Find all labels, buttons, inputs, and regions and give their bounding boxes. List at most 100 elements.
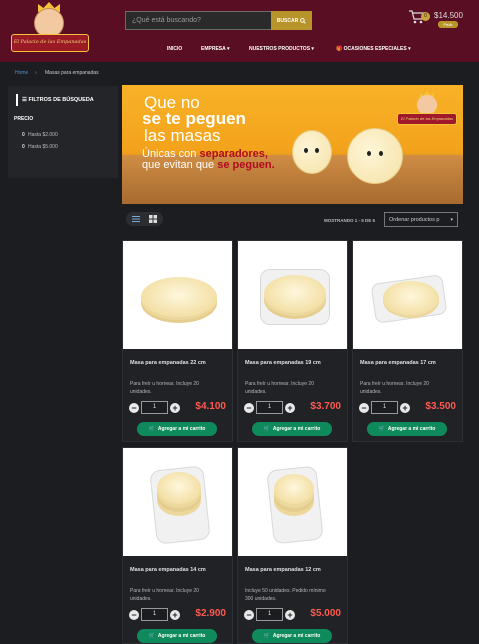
eye-icon [379, 151, 383, 156]
quantity-input[interactable]: 1 [256, 608, 283, 621]
product-image[interactable] [353, 241, 462, 349]
site-logo[interactable]: El Palacio de las Empanadas [8, 2, 92, 60]
price-option-label: Hasta $5.000 [28, 144, 58, 150]
nav-inicio[interactable]: INICIO [167, 46, 182, 56]
product-image[interactable] [238, 241, 347, 349]
cart-total[interactable]: $14.500 [434, 11, 463, 20]
add-to-cart-label: Agregar a mi carrito [387, 426, 436, 432]
product-card[interactable]: Masa para empanadas 17 cm Para freír u h… [352, 240, 463, 442]
banner-line-3: las masas [144, 126, 221, 145]
list-view-icon[interactable] [132, 215, 140, 223]
cart-order-button[interactable]: Pedir [438, 21, 458, 28]
nav-empresa[interactable]: EMPRESA ▾ [201, 46, 229, 56]
add-to-cart-button[interactable]: 🛒 Agregar a mi carrito [252, 422, 332, 436]
breadcrumb-current: Masas para empanadas [45, 70, 99, 76]
product-price: $3.700 [310, 401, 341, 412]
dough-stack [274, 474, 314, 504]
product-card[interactable]: Masa para empanadas 12 cm Incluye 50 uni… [237, 447, 348, 644]
price-option-5000[interactable]: 0 Hasta $5.000 [22, 144, 58, 150]
nav-ocasiones-especiales[interactable]: 🎁 OCASIONES ESPECIALES ▾ [336, 46, 411, 56]
product-name[interactable]: Masa para empanadas 12 cm [245, 567, 321, 573]
eye-icon [304, 148, 308, 153]
quantity-increase-button[interactable]: + [285, 610, 295, 620]
quantity-increase-button[interactable]: + [170, 610, 180, 620]
logo-text: El Palacio de las Empanadas [13, 39, 87, 45]
quantity-increase-button[interactable]: + [400, 403, 410, 413]
quantity-increase-button[interactable]: + [170, 403, 180, 413]
add-to-cart-button[interactable]: 🛒 Agregar a mi carrito [252, 629, 332, 643]
quantity-input[interactable]: 1 [371, 401, 398, 414]
product-image[interactable] [123, 448, 232, 556]
add-to-cart-label: Agregar a mi carrito [157, 426, 206, 432]
banner-logo-text: El Palacio de las Empanadas [397, 113, 457, 125]
search-button[interactable]: BUSCAR [271, 11, 312, 30]
quantity-input[interactable]: 1 [256, 401, 283, 414]
quantity-decrease-button[interactable]: − [129, 403, 139, 413]
cart-icon: 🛒 [263, 633, 270, 639]
add-to-cart-button[interactable]: 🛒 Agregar a mi carrito [137, 629, 217, 643]
menu-icon: ☰ [22, 97, 27, 103]
dough-character-left [292, 130, 332, 174]
grid-view-icon[interactable] [149, 215, 157, 223]
cart-count-badge: 0 [421, 12, 430, 21]
product-image[interactable] [238, 448, 347, 556]
banner-sub-2a: que evitan que [142, 159, 218, 171]
filter-sidebar: ☰ FILTROS DE BÚSQUEDA PRECIO 0 Hasta $2.0… [8, 86, 118, 178]
eye-icon [367, 151, 371, 156]
filter-title-label: FILTROS DE BÚSQUEDA [28, 97, 94, 103]
product-description: Para freír u hornear. Incluye 20 unidade… [130, 588, 199, 602]
product-name[interactable]: Masa para empanadas 14 cm [130, 567, 206, 573]
logo-banner: El Palacio de las Empanadas [11, 34, 89, 52]
search-input[interactable]: ¿Qué está buscando? [125, 11, 271, 30]
nav-nuestros-productos[interactable]: NUESTROS PRODUCTOS ▾ [249, 46, 314, 56]
sort-select[interactable]: Ordenar productos p ▾ [384, 212, 458, 227]
dough-stack [383, 281, 439, 315]
add-to-cart-button[interactable]: 🛒 Agregar a mi carrito [367, 422, 447, 436]
product-name[interactable]: Masa para empanadas 17 cm [360, 360, 436, 366]
product-description: Para freír u hornear. Incluye 20 unidade… [245, 381, 314, 395]
nav-empresa-label: EMPRESA [201, 46, 226, 52]
add-to-cart-button[interactable]: 🛒 Agregar a mi carrito [137, 422, 217, 436]
search-icon [300, 17, 306, 24]
product-name[interactable]: Masa para empanadas 22 cm [130, 360, 206, 366]
dough-stack [264, 275, 326, 313]
sort-select-value: Ordenar productos p [389, 217, 440, 223]
product-description: Incluye 50 unidades. Pedido mínimo 300 u… [245, 588, 326, 602]
quantity-input[interactable]: 1 [141, 401, 168, 414]
chevron-down-icon: ▾ [408, 46, 411, 52]
dough-stack [157, 472, 201, 504]
site-header: El Palacio de las Empanadas ¿Qué está bu… [0, 0, 479, 62]
quantity-increase-button[interactable]: + [285, 403, 295, 413]
chevron-down-icon: ▾ [450, 217, 453, 223]
gift-icon: 🎁 [336, 46, 343, 52]
product-card[interactable]: Masa para empanadas 19 cm Para freír u h… [237, 240, 348, 442]
price-option-2000[interactable]: 0 Hasta $2.000 [22, 132, 58, 138]
price-option-label: Hasta $2.000 [28, 132, 58, 138]
nav-ocasiones-label: OCASIONES ESPECIALES [343, 46, 407, 52]
breadcrumb-home[interactable]: Home [15, 70, 28, 76]
product-card[interactable]: Masa para empanadas 14 cm Para freír u h… [122, 447, 233, 644]
eye-icon [315, 148, 319, 153]
banner-sub-2: que evitan que se peguen. [142, 159, 275, 171]
price-filter-label: PRECIO [14, 116, 34, 122]
banner-logo: El Palacio de las Empanadas [397, 91, 457, 127]
product-name[interactable]: Masa para empanadas 19 cm [245, 360, 321, 366]
dough-stack [141, 277, 217, 317]
quantity-input[interactable]: 1 [141, 608, 168, 621]
promo-banner[interactable]: Que no se te peguen las masas Únicas con… [122, 85, 463, 204]
quantity-decrease-button[interactable]: − [244, 610, 254, 620]
quantity-decrease-button[interactable]: − [359, 403, 369, 413]
product-price: $5.000 [310, 608, 341, 619]
product-card[interactable]: Masa para empanadas 22 cm Para freír u h… [122, 240, 233, 442]
search-button-label: BUSCAR [276, 17, 299, 24]
view-toggle [126, 212, 163, 226]
mascot-face [417, 95, 437, 115]
product-image[interactable] [123, 241, 232, 349]
cart-icon: 🛒 [378, 426, 385, 432]
cart-icon: 🛒 [148, 426, 155, 432]
quantity-decrease-button[interactable]: − [129, 610, 139, 620]
chevron-down-icon: ▾ [311, 46, 314, 52]
quantity-decrease-button[interactable]: − [244, 403, 254, 413]
add-to-cart-label: Agregar a mi carrito [272, 426, 321, 432]
breadcrumb-separator-icon: › [35, 70, 37, 76]
